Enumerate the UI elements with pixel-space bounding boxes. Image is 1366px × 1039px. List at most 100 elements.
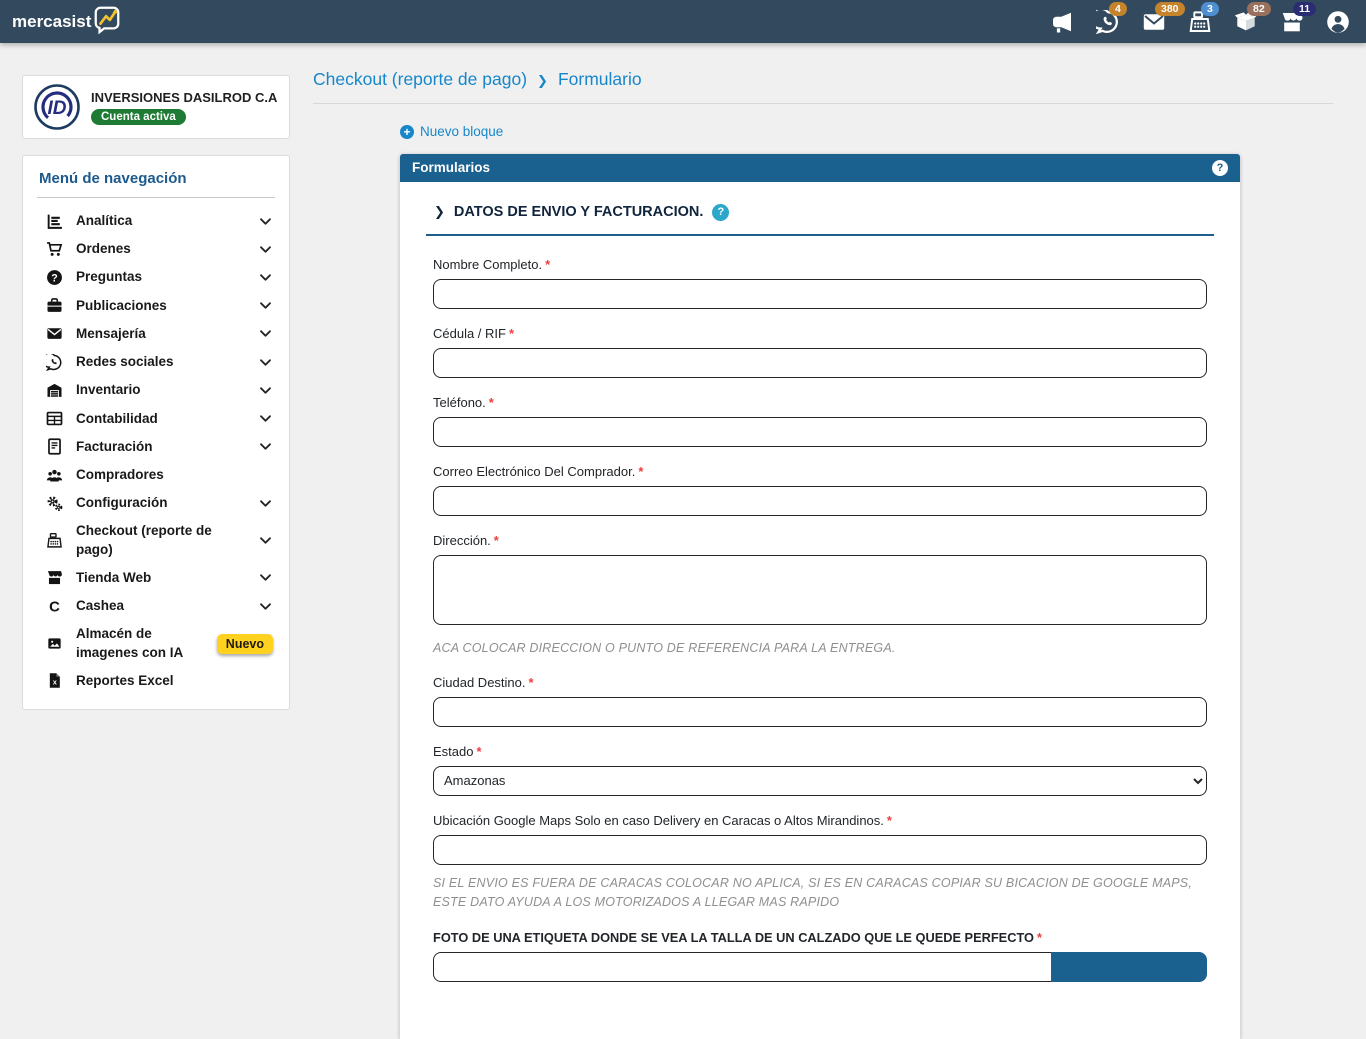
sidebar-item-label: Redes sociales: [76, 353, 245, 371]
sidebar-item-label: Checkout (reporte de pago): [76, 522, 245, 558]
whatsapp-badge: 4: [1109, 2, 1127, 17]
sidebar-item-compradores[interactable]: Compradores: [37, 461, 275, 489]
section-chevron-icon: ❯: [434, 204, 445, 220]
direccion-textarea[interactable]: [433, 555, 1207, 625]
cashea-icon: C: [46, 598, 63, 615]
cedula-rif-input[interactable]: [433, 348, 1207, 378]
ciudad-destino-label: Ciudad Destino.*: [433, 675, 1207, 690]
sidebar-item-contabilidad[interactable]: Contabilidad: [37, 405, 275, 433]
register-icon[interactable]: 3: [1188, 10, 1212, 34]
company-name: INVERSIONES DASILROD C.A: [91, 90, 277, 105]
store-icon: [46, 569, 63, 586]
telefono-input[interactable]: [433, 417, 1207, 447]
sidebar-item-tienda-web[interactable]: Tienda Web: [37, 564, 275, 592]
field-cedula-rif: Cédula / RIF*: [433, 326, 1207, 378]
whatsapp-line-icon: [46, 354, 63, 371]
sidebar-item-inventario[interactable]: Inventario: [37, 376, 275, 404]
chevron-down-icon: [258, 496, 273, 511]
sidebar-item-configuracion[interactable]: Configuración: [37, 489, 275, 517]
checkout-form: Nombre Completo.*Cédula / RIF*Teléfono.*…: [420, 257, 1220, 982]
required-asterisk: *: [509, 326, 514, 341]
nombre-completo-input[interactable]: [433, 279, 1207, 309]
brand-name: mercasist: [12, 12, 91, 32]
breadcrumb: Checkout (reporte de pago) ❯ Formulario: [313, 43, 1333, 104]
ubicacion-google-maps-label: Ubicación Google Maps Solo en caso Deliv…: [433, 813, 1207, 828]
sidebar-item-label: Publicaciones: [76, 297, 245, 315]
sidebar-item-analitica[interactable]: Analítica: [37, 207, 275, 235]
invoice-icon: [46, 438, 63, 455]
chevron-down-icon: [258, 599, 273, 614]
menu-list: AnalíticaOrdenes?Preguntas Publicaciones M…: [37, 207, 275, 695]
sidebar-item-label: Compradores: [76, 466, 273, 484]
panel-help-icon[interactable]: ?: [1212, 160, 1228, 176]
required-asterisk: *: [1037, 930, 1042, 945]
correo-comprador-label: Correo Electrónico Del Comprador.*: [433, 464, 1207, 479]
company-card: ID INVERSIONES DASILROD C.A Cuenta activ…: [22, 75, 290, 139]
ciudad-destino-input[interactable]: [433, 697, 1207, 727]
main-content: Checkout (reporte de pago) ❯ Formulario …: [313, 43, 1333, 1039]
store-badge: 11: [1293, 2, 1316, 17]
menu-title: Menú de navegación: [37, 168, 275, 198]
table-icon: [46, 410, 63, 427]
chevron-down-icon: [258, 242, 273, 257]
sidebar-item-redes-sociales[interactable]: Redes sociales: [37, 348, 275, 376]
excel-icon: x: [46, 672, 63, 689]
image-icon: [46, 635, 63, 652]
section-title: DATOS DE ENVIO Y FACTURACION.: [454, 204, 704, 220]
breadcrumb-parent-link[interactable]: Checkout (reporte de pago): [313, 69, 527, 90]
foto-etiqueta-talla-file-input[interactable]: [433, 952, 1207, 982]
chevron-down-icon: [258, 214, 273, 229]
sidebar-item-publicaciones[interactable]: Publicaciones: [37, 292, 275, 320]
form-section-header[interactable]: ❯ DATOS DE ENVIO Y FACTURACION. ?: [426, 198, 1214, 236]
panel-title: Formularios: [412, 160, 490, 175]
sidebar-item-reportes-excel[interactable]: x Reportes Excel: [37, 667, 275, 695]
envelope-icon: [46, 325, 63, 342]
section-help-icon[interactable]: ?: [712, 204, 729, 221]
whatsapp-icon[interactable]: 4: [1096, 10, 1120, 34]
required-asterisk: *: [638, 464, 643, 479]
sidebar-item-checkout[interactable]: Checkout (reporte de pago): [37, 517, 275, 563]
sidebar-item-label: Reportes Excel: [76, 672, 273, 690]
sidebar-item-label: Mensajería: [76, 325, 245, 343]
brand-chart-bubble-icon: [92, 4, 122, 39]
megaphone-icon[interactable]: [1050, 10, 1074, 34]
sidebar-item-label: Cashea: [76, 597, 245, 615]
chevron-down-icon: [258, 298, 273, 313]
ubicacion-google-maps-hint: SI EL ENVIO ES FUERA DE CARACAS COLOCAR …: [433, 874, 1207, 913]
chevron-down-icon: [258, 383, 273, 398]
field-direccion: Dirección.*ACA COLOCAR DIRECCION O PUNTO…: [433, 533, 1207, 658]
chevron-down-icon: [258, 439, 273, 454]
mail-icon[interactable]: 380: [1142, 10, 1166, 34]
correo-comprador-input[interactable]: [433, 486, 1207, 516]
mail-badge: 380: [1155, 2, 1185, 17]
field-ciudad-destino: Ciudad Destino.*: [433, 675, 1207, 727]
sidebar-item-label: Contabilidad: [76, 410, 245, 428]
nuevo-badge: Nuevo: [217, 634, 273, 654]
topbar: mercasist 438038211: [0, 0, 1366, 43]
store-icon[interactable]: 11: [1280, 10, 1304, 34]
sidebar-item-mensajeria[interactable]: Mensajería: [37, 320, 275, 348]
chevron-down-icon: [258, 570, 273, 585]
box-badge: 82: [1247, 2, 1271, 17]
sidebar-item-cashea[interactable]: C Cashea: [37, 592, 275, 620]
sidebar-item-ordenes[interactable]: Ordenes: [37, 235, 275, 263]
panel-header: Formularios ?: [400, 154, 1240, 182]
brand-logo[interactable]: mercasist: [12, 4, 122, 39]
estado-select[interactable]: Amazonas: [433, 766, 1207, 796]
portfolio-icon: [46, 297, 63, 314]
sidebar-item-facturacion[interactable]: Facturación: [37, 433, 275, 461]
user-icon[interactable]: [1326, 10, 1350, 34]
required-asterisk: *: [887, 813, 892, 828]
svg-text:?: ?: [51, 272, 57, 284]
panel-body: ❯ DATOS DE ENVIO Y FACTURACION. ? Nombre…: [400, 182, 1240, 1039]
box-icon[interactable]: 82: [1234, 10, 1258, 34]
sidebar-item-label: Almacén de imagenes con IA: [76, 625, 204, 661]
required-asterisk: *: [489, 395, 494, 410]
register-badge: 3: [1201, 2, 1219, 17]
new-block-button[interactable]: + Nuevo bloque: [400, 124, 503, 139]
chevron-down-icon: [258, 326, 273, 341]
sidebar-item-almacen-imagenes-ia[interactable]: Almacén de imagenes con IA Nuevo: [37, 620, 275, 666]
file-upload-button[interactable]: [1051, 952, 1207, 982]
sidebar-item-preguntas[interactable]: ?Preguntas: [37, 263, 275, 291]
ubicacion-google-maps-input[interactable]: [433, 835, 1207, 865]
